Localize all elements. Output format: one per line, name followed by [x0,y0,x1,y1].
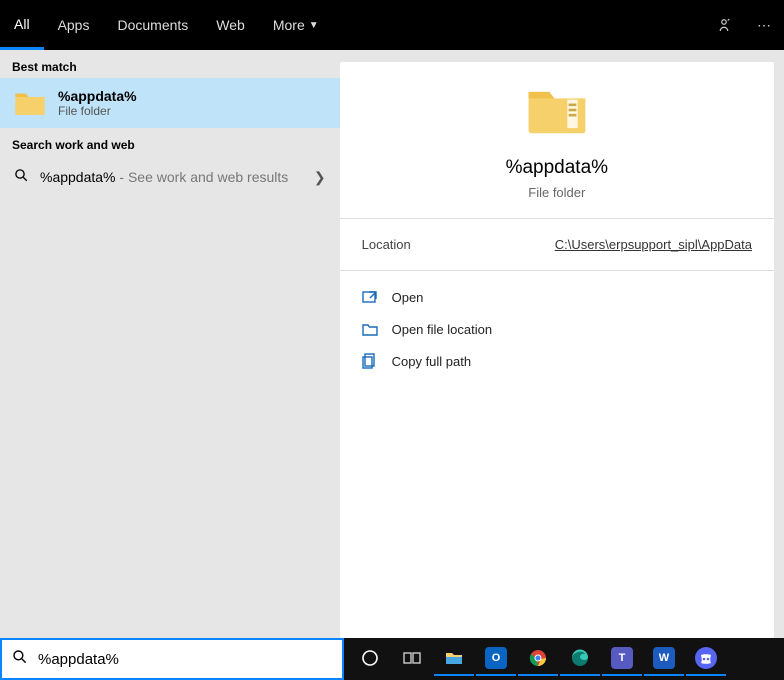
options-icon[interactable]: ⋯ [744,17,784,34]
search-header: Search work and web [0,128,340,156]
web-result[interactable]: %appdata% - See work and web results ❯ [0,156,340,198]
chevron-right-icon: ❯ [314,169,326,186]
chrome-icon[interactable] [518,642,558,676]
search-icon [12,649,28,669]
best-match-heading: Best match [0,50,340,78]
file-explorer-icon[interactable] [434,642,474,676]
result-subtitle: File folder [58,104,137,118]
preview-panel: %appdata% File folder Location C:\Users\… [340,62,774,638]
folder-icon [14,89,46,117]
search-box[interactable] [0,638,344,680]
action-open[interactable]: Open [362,289,752,305]
location-path[interactable]: C:\Users\erpsupport_sipl\AppData [555,237,752,252]
edge-icon[interactable] [560,642,600,676]
web-query: %appdata% [40,169,116,185]
tab-documents[interactable]: Documents [103,0,202,50]
search-input[interactable] [38,651,332,668]
outlook-icon[interactable]: O [476,642,516,676]
chevron-down-icon: ▼ [309,20,319,31]
folder-icon [526,84,588,141]
search-tabbar: All Apps Documents Web More ▼ ⋯ [0,0,784,50]
action-copy-path[interactable]: Copy full path [362,353,752,369]
preview-title: %appdata% [506,157,608,179]
folder-open-icon [362,321,378,337]
task-view-icon[interactable] [392,642,432,676]
word-icon[interactable]: W [644,642,684,676]
action-label: Copy full path [392,354,472,369]
discord-icon[interactable] [686,642,726,676]
copy-icon [362,353,378,369]
feedback-icon[interactable] [704,16,744,34]
tab-more[interactable]: More ▼ [259,0,333,50]
action-label: Open [392,290,424,305]
tab-all[interactable]: All [0,0,44,50]
teams-icon[interactable]: T [602,642,642,676]
open-icon [362,289,378,305]
result-title: %appdata% [58,88,137,104]
tab-more-label: More [273,17,305,33]
best-match-result[interactable]: %appdata% File folder [0,78,340,128]
tab-apps[interactable]: Apps [44,0,104,50]
tab-web[interactable]: Web [202,0,259,50]
cortana-icon[interactable] [350,642,390,676]
web-hint: - See work and web results [116,169,289,185]
taskbar: O T W [344,638,784,680]
action-label: Open file location [392,322,492,337]
action-open-location[interactable]: Open file location [362,321,752,337]
preview-subtitle: File folder [528,185,585,200]
location-label: Location [362,237,411,252]
search-icon [14,168,40,186]
results-panel: Best match %appdata% File folder Search … [0,50,340,638]
